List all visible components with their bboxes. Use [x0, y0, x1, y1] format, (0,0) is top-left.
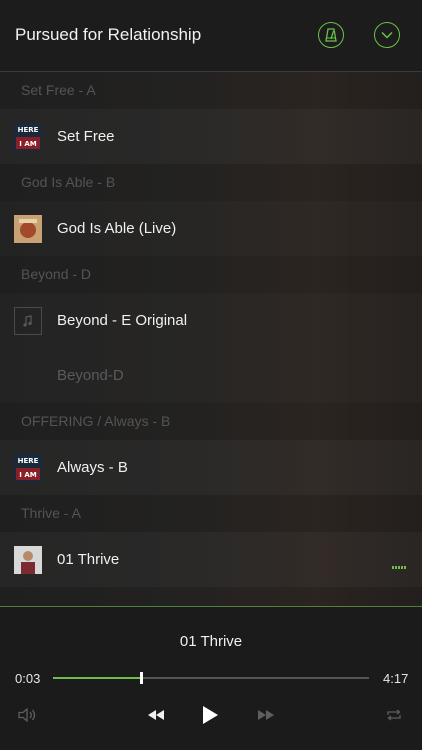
song-title: Beyond-D: [57, 367, 124, 384]
list-item[interactable]: God Is Able (Live): [0, 201, 422, 256]
repeat-icon: [387, 709, 401, 721]
section-title: Beyond - D: [21, 266, 92, 282]
section-title: Set Free - A: [21, 82, 96, 98]
repeat-button[interactable]: [382, 703, 406, 727]
song-title: 01 Thrive: [57, 551, 120, 568]
play-button[interactable]: [198, 703, 222, 727]
chevron-down-icon: [381, 31, 393, 39]
elapsed-time: 0:03: [15, 671, 41, 686]
now-playing-title: 01 Thrive: [179, 633, 243, 650]
collapse-button[interactable]: [374, 22, 400, 48]
section-title: God Is Able - B: [21, 174, 116, 190]
song-title: Beyond - E Original: [57, 312, 188, 329]
svg-text:HERE: HERE: [18, 126, 39, 134]
svg-text:I AM: I AM: [19, 471, 36, 479]
playlist-title: Pursued for Relationship: [15, 25, 202, 44]
svg-text:HERE: HERE: [18, 457, 39, 465]
section-title: OFFERING / Always - B: [21, 413, 171, 429]
list-item[interactable]: HERE I AM Set Free: [0, 109, 422, 164]
progress-handle[interactable]: [140, 672, 144, 684]
thrive-album-art: [14, 545, 42, 574]
player-panel: 01 Thrive 0:03 4:17: [0, 607, 422, 750]
rewind-icon: [148, 710, 164, 720]
song-title: Set Free: [57, 128, 115, 145]
svg-text:I AM: I AM: [19, 140, 36, 148]
progress-bar[interactable]: [53, 672, 369, 684]
progress-fill: [53, 677, 142, 679]
here-i-am-album-art: HERE I AM: [14, 122, 42, 151]
god-is-able-album-art: [14, 214, 42, 243]
metronome-icon: [325, 28, 337, 42]
volume-icon: [18, 707, 36, 723]
setlist: Set Free - A HERE I AM Set Free God Is A…: [0, 72, 422, 607]
music-note-icon: [14, 306, 42, 335]
fast-forward-button[interactable]: [254, 703, 278, 727]
play-icon: [203, 706, 218, 724]
rewind-button[interactable]: [144, 703, 168, 727]
song-title: God Is Able (Live): [57, 220, 177, 237]
here-i-am-album-art: HERE I AM: [14, 453, 42, 482]
volume-button[interactable]: [16, 703, 40, 727]
list-item[interactable]: Beyond-D: [0, 348, 422, 403]
song-title: Always - B: [57, 459, 128, 476]
duration-time: 4:17: [383, 671, 409, 686]
metronome-button[interactable]: [318, 22, 344, 48]
fast-forward-icon: [258, 710, 274, 720]
section-title: Thrive - A: [21, 505, 81, 521]
now-playing-indicator-icon: [392, 566, 406, 569]
header-bar: Pursued for Relationship: [0, 0, 422, 72]
list-item[interactable]: Beyond - E Original: [0, 293, 422, 348]
list-item[interactable]: HERE I AM Always - B: [0, 440, 422, 495]
list-item-now-playing[interactable]: 01 Thrive: [0, 532, 422, 587]
